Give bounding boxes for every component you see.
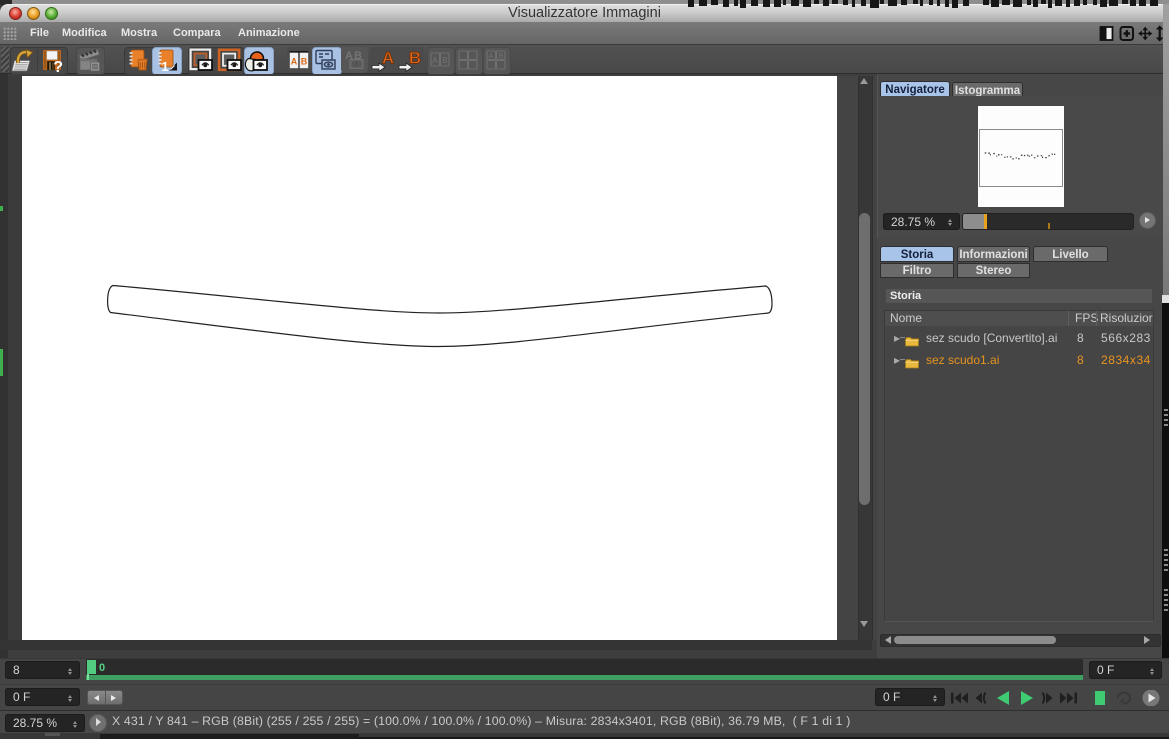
svg-text:B: B xyxy=(409,49,421,68)
svg-text:1: 1 xyxy=(161,59,168,73)
svg-text:A: A xyxy=(382,49,394,68)
svg-text:A: A xyxy=(290,57,297,67)
svg-text:A: A xyxy=(489,53,494,60)
svg-text:B: B xyxy=(442,56,447,65)
svg-text:?: ? xyxy=(53,59,63,73)
svg-text:B: B xyxy=(499,53,504,60)
svg-text:B: B xyxy=(300,57,307,67)
svg-text:A: A xyxy=(432,56,438,65)
